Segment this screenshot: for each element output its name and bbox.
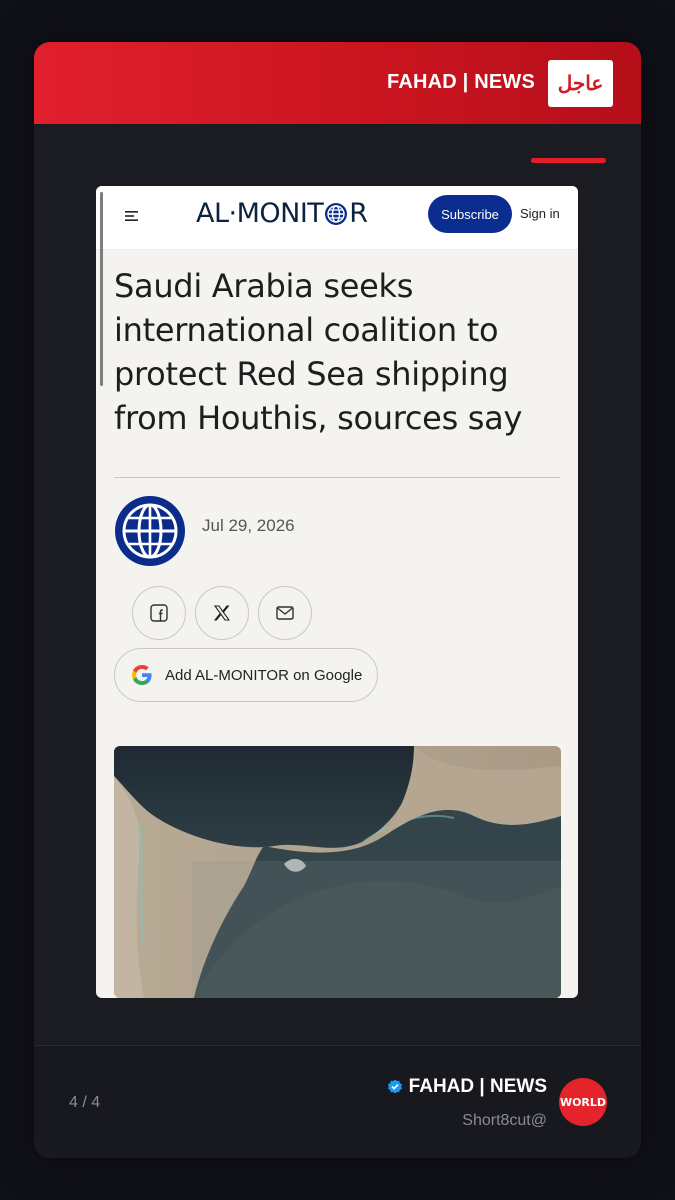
verified-icon [387, 1079, 402, 1094]
add-on-google-button[interactable]: Add AL-MONITOR on Google [114, 648, 378, 702]
share-facebook-button[interactable] [132, 586, 186, 640]
post-card: FAHAD | NEWS عاجل AL·MONIT R Subscribe S… [34, 42, 641, 1158]
world-logo-text: WORLD [559, 1095, 607, 1109]
footer-name-text: FAHAD | NEWS [408, 1076, 547, 1097]
scrollbar-thumb[interactable] [100, 192, 103, 386]
share-email-button[interactable] [258, 586, 312, 640]
article-headline: Saudi Arabia seeks international coaliti… [114, 267, 523, 437]
divider [114, 477, 560, 478]
publish-date: Jul 29, 2026 [202, 516, 295, 535]
footer-account-name[interactable]: FAHAD | NEWS [387, 1076, 547, 1098]
page-counter: 4 / 4 [69, 1094, 101, 1111]
satellite-image [114, 746, 561, 998]
google-button-label: Add AL-MONITOR on Google [165, 666, 363, 684]
globe-icon [325, 202, 348, 225]
facebook-icon [150, 604, 168, 622]
menu-icon[interactable] [125, 210, 139, 222]
accent-line [531, 158, 606, 163]
world-logo[interactable]: WORLD [559, 1078, 607, 1126]
top-banner: FAHAD | NEWS عاجل [34, 42, 641, 124]
brand-title: FAHAD | NEWS [387, 71, 535, 93]
footer: 4 / 4 FAHAD | NEWS Short8cut@ WORLD [34, 1046, 641, 1158]
urgent-badge: عاجل [548, 60, 613, 107]
mail-icon [276, 606, 294, 620]
site-logo-text-left: AL·MONIT [196, 198, 324, 229]
article-screenshot: AL·MONIT R Subscribe Sign in Saudi Arabi… [96, 186, 578, 998]
share-x-button[interactable] [195, 586, 249, 640]
signin-link[interactable]: Sign in [520, 206, 560, 221]
site-logo[interactable]: AL·MONIT R [196, 198, 368, 229]
author-avatar[interactable] [114, 495, 186, 567]
google-icon [132, 665, 152, 685]
site-logo-text-right: R [349, 198, 368, 229]
site-header: AL·MONIT R Subscribe Sign in [96, 186, 578, 250]
footer-handle[interactable]: Short8cut@ [462, 1112, 547, 1130]
subscribe-button[interactable]: Subscribe [428, 195, 512, 233]
x-icon [214, 605, 230, 621]
